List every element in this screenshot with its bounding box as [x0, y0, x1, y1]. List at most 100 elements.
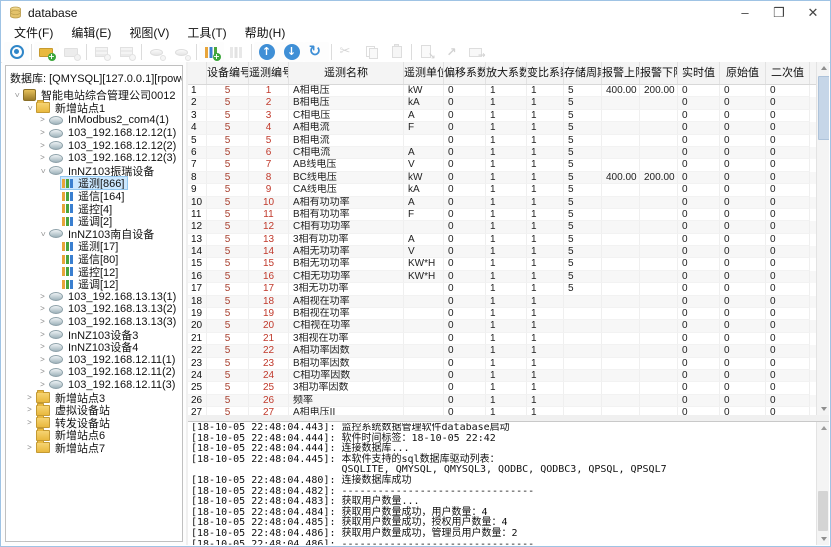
table-cell[interactable]: 24 [249, 370, 289, 382]
table-cell[interactable]: 0 [720, 209, 766, 221]
table-cell[interactable] [602, 159, 640, 171]
table-cell[interactable]: 5 [207, 172, 249, 184]
table-cell[interactable]: 0 [444, 345, 486, 357]
table-row[interactable]: 14514A相无功功率V0115000 [188, 246, 829, 258]
table-cell[interactable]: 0 [720, 234, 766, 246]
table-cell[interactable]: 0 [444, 283, 486, 295]
table-cell[interactable]: B相功率因数 [289, 358, 404, 370]
move-up-button[interactable] [254, 42, 279, 62]
table-cell[interactable]: 0 [678, 258, 720, 270]
table-cell[interactable] [602, 122, 640, 134]
table-cell[interactable]: 0 [720, 135, 766, 147]
column-header[interactable]: 遥测名称 [289, 62, 404, 84]
table-cell[interactable]: 5 [207, 320, 249, 332]
table-cell[interactable] [602, 135, 640, 147]
table-cell[interactable]: 1 [527, 172, 564, 184]
expander-closed-icon[interactable]: > [24, 405, 35, 415]
table-cell[interactable]: 0 [444, 197, 486, 209]
table-cell[interactable] [564, 345, 602, 357]
log-scroll-down-icon[interactable] [817, 532, 829, 545]
column-header[interactable]: 存储周期 [564, 62, 602, 84]
table-cell[interactable]: 0 [766, 283, 810, 295]
tree-item[interactable]: >103_192.168.12.11(2) [6, 366, 182, 379]
table-cell[interactable]: 5 [564, 197, 602, 209]
table-cell[interactable]: 0 [444, 122, 486, 134]
table-cell[interactable]: 5 [564, 110, 602, 122]
table-cell[interactable]: 0 [720, 407, 766, 415]
table-cell[interactable]: 400.00 [602, 85, 640, 97]
table-cell[interactable]: 0 [678, 296, 720, 308]
table-cell[interactable] [640, 333, 678, 345]
table-cell[interactable]: A [404, 197, 444, 209]
table-cell[interactable]: 5 [207, 283, 249, 295]
table-cell[interactable]: 0 [720, 184, 766, 196]
table-cell[interactable]: 5 [564, 209, 602, 221]
table-cell[interactable]: 1 [486, 296, 527, 308]
table-cell[interactable]: 5 [564, 85, 602, 97]
table-row[interactable]: 454A相电流F0115000 [188, 122, 829, 134]
table-cell[interactable]: 1 [527, 271, 564, 283]
table-cell[interactable]: 1 [486, 110, 527, 122]
table-cell[interactable]: 0 [720, 221, 766, 233]
table-cell[interactable]: 20 [249, 320, 289, 332]
table-cell[interactable] [602, 258, 640, 270]
row-number[interactable]: 24 [188, 370, 207, 382]
table-cell[interactable]: 0 [766, 358, 810, 370]
row-number[interactable]: 9 [188, 184, 207, 196]
row-number[interactable]: 26 [188, 395, 207, 407]
tree-item[interactable]: >103_192.168.12.12(1) [6, 127, 182, 140]
table-cell[interactable]: 0 [678, 271, 720, 283]
table-cell[interactable]: 5 [249, 135, 289, 147]
row-number[interactable]: 11 [188, 209, 207, 221]
table-cell[interactable]: 5 [564, 283, 602, 295]
table-cell[interactable]: C相功率因数 [289, 370, 404, 382]
table-cell[interactable]: 0 [766, 271, 810, 283]
row-number[interactable]: 25 [188, 382, 207, 394]
row-number[interactable]: 22 [188, 345, 207, 357]
table-cell[interactable]: 0 [444, 333, 486, 345]
table-cell[interactable]: 12 [249, 221, 289, 233]
table-cell[interactable]: 0 [678, 172, 720, 184]
table-cell[interactable]: AB线电压 [289, 159, 404, 171]
tree-item[interactable]: >新增站点1 [6, 102, 182, 115]
table-cell[interactable]: 0 [766, 258, 810, 270]
table-cell[interactable]: 5 [564, 97, 602, 109]
row-number[interactable]: 10 [188, 197, 207, 209]
table-cell[interactable] [640, 234, 678, 246]
table-cell[interactable]: 1 [486, 283, 527, 295]
table-cell[interactable]: 0 [444, 382, 486, 394]
row-number[interactable]: 7 [188, 159, 207, 171]
table-cell[interactable]: 1 [527, 110, 564, 122]
table-cell[interactable]: 0 [766, 320, 810, 332]
table-cell[interactable] [640, 296, 678, 308]
table-cell[interactable]: 0 [444, 97, 486, 109]
table-cell[interactable] [602, 283, 640, 295]
table-cell[interactable]: 9 [249, 184, 289, 196]
table-cell[interactable]: 0 [766, 172, 810, 184]
table-cell[interactable] [602, 370, 640, 382]
row-number[interactable]: 12 [188, 221, 207, 233]
table-cell[interactable]: 19 [249, 308, 289, 320]
table-cell[interactable]: KW*H [404, 258, 444, 270]
table-cell[interactable] [564, 308, 602, 320]
table-cell[interactable]: 0 [678, 110, 720, 122]
table-cell[interactable] [564, 296, 602, 308]
table-cell[interactable] [564, 358, 602, 370]
table-cell[interactable]: 5 [564, 221, 602, 233]
table-cell[interactable] [404, 221, 444, 233]
expander-closed-icon[interactable]: > [24, 443, 35, 453]
table-cell[interactable]: 1 [486, 246, 527, 258]
table-cell[interactable] [564, 382, 602, 394]
table-cell[interactable]: 0 [678, 135, 720, 147]
table-cell[interactable]: 1 [527, 85, 564, 97]
table-cell[interactable]: 0 [720, 370, 766, 382]
table-cell[interactable]: 1 [486, 184, 527, 196]
table-cell[interactable]: 0 [444, 234, 486, 246]
table-cell[interactable]: 5 [207, 358, 249, 370]
column-header[interactable]: 报警下限 [640, 62, 678, 84]
table-cell[interactable] [564, 395, 602, 407]
table-cell[interactable]: 0 [720, 382, 766, 394]
tree-item[interactable]: >103_192.168.12.11(1) [6, 353, 182, 366]
table-cell[interactable]: 5 [207, 85, 249, 97]
scroll-up-icon[interactable] [817, 62, 829, 75]
